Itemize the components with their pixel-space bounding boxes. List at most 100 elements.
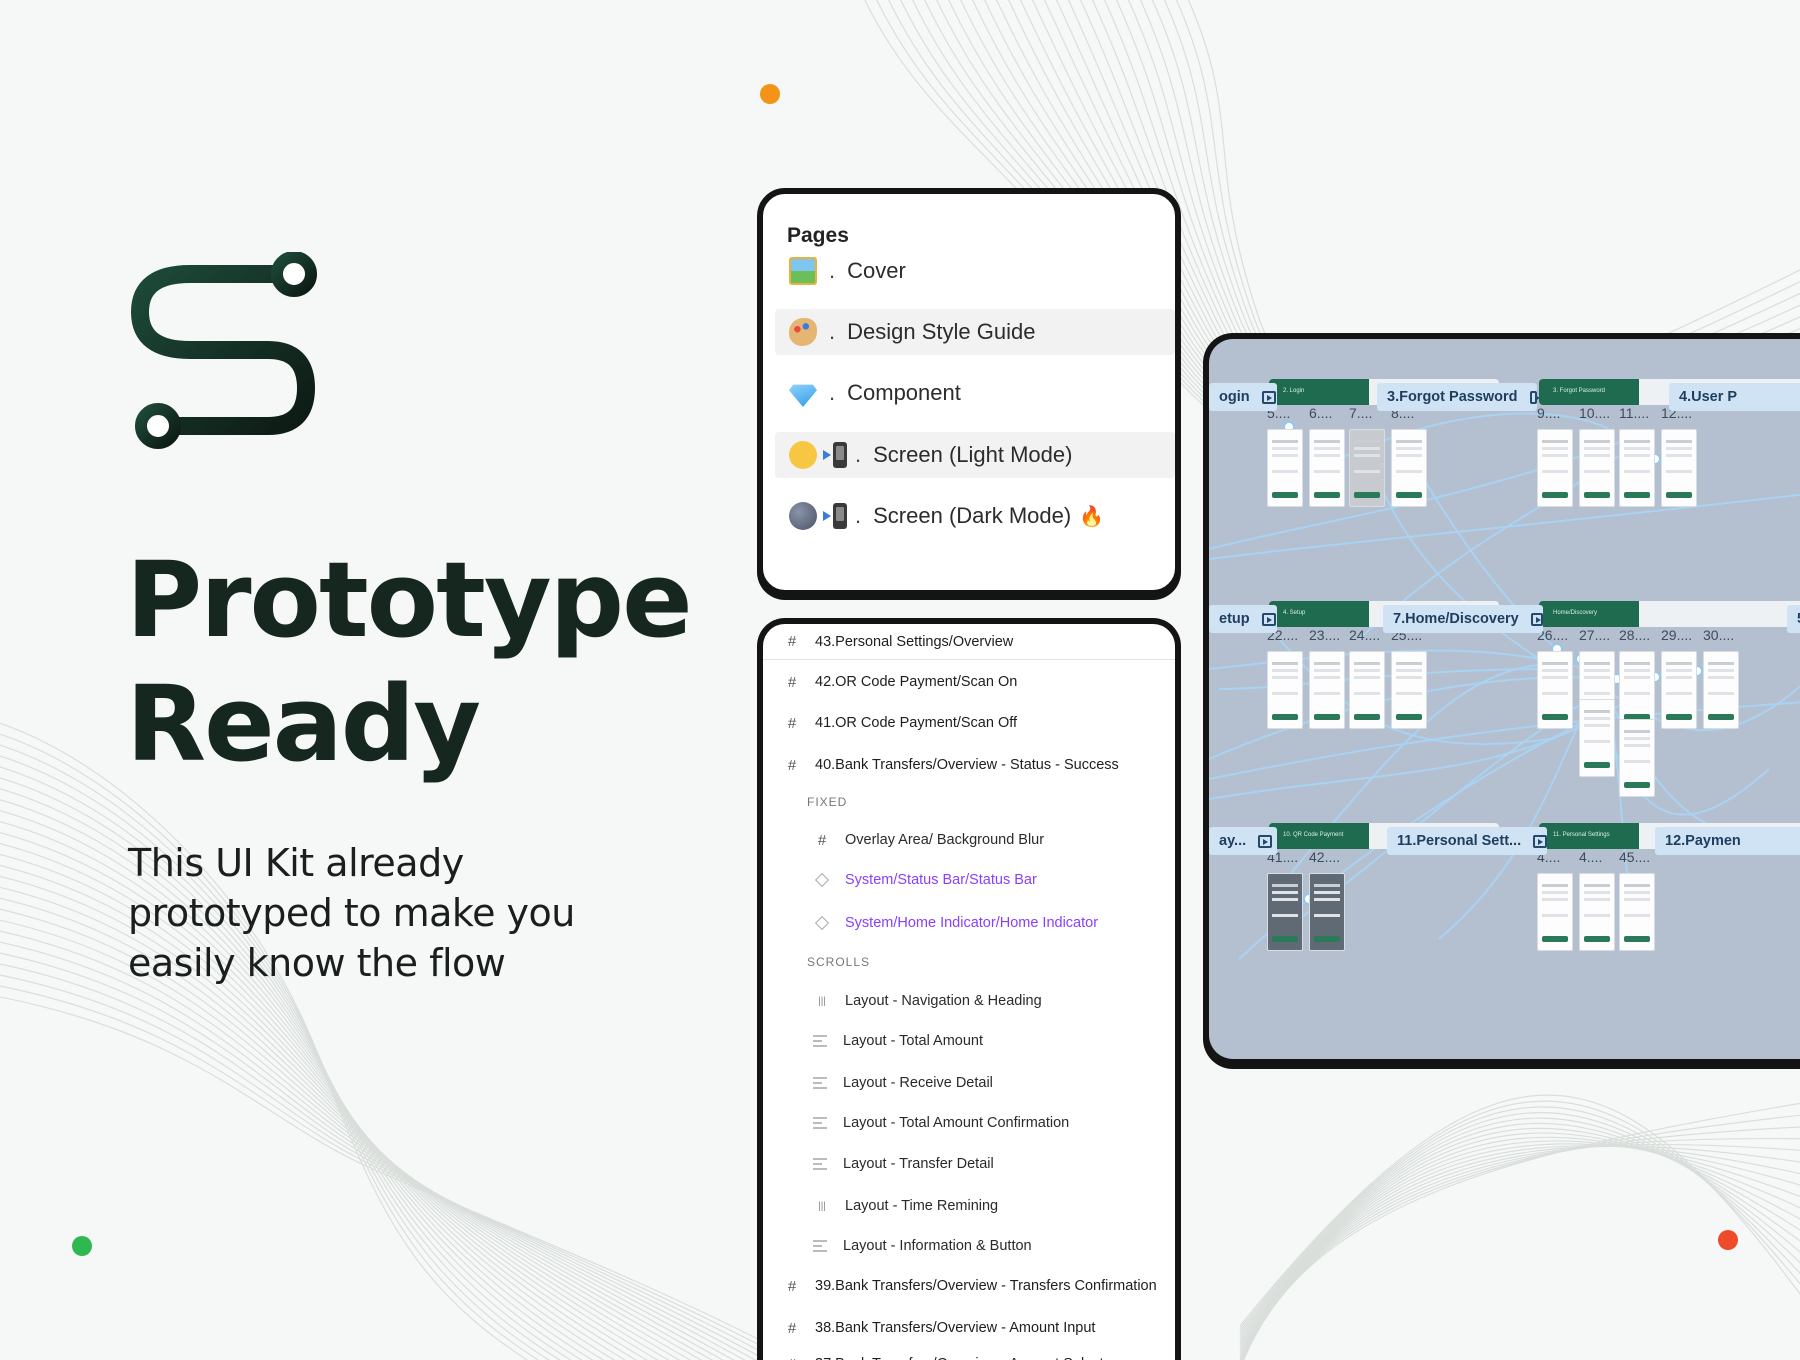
contour-line <box>1239 1127 1800 1342</box>
screen-thumbnail <box>1579 873 1615 951</box>
screen-thumbnail <box>1537 873 1573 951</box>
frame-number-label: 24.... <box>1349 627 1381 643</box>
frame-icon: # <box>787 673 797 691</box>
contour-line <box>1239 1145 1800 1355</box>
pages-title: Pages <box>787 224 849 247</box>
subtext-line-3: easily know the flow <box>128 941 506 985</box>
flow-tag-label: 11.Personal Sett... <box>1397 833 1522 849</box>
frame-number-label: 10.... <box>1579 405 1611 421</box>
picture-icon <box>789 257 817 285</box>
layer-label: Layout - Time Remining <box>845 1198 999 1214</box>
layer-label: System/Home Indicator/Home Indicator <box>845 915 1099 931</box>
contour-line <box>1239 1132 1800 1345</box>
page-item-cover[interactable]: . Cover <box>775 248 1175 294</box>
layer-row[interactable]: Layout - Total Amount Confirmation <box>763 1105 1175 1141</box>
layer-row[interactable]: #41.OR Code Payment/Scan Off <box>763 705 1175 741</box>
flow-starting-point-tag[interactable]: 5.W <box>1787 605 1800 633</box>
contour-line <box>0 952 757 1360</box>
contour-line <box>0 744 551 1360</box>
flow-starting-point-tag[interactable]: ay... <box>1209 827 1277 855</box>
frame-number-label: 27.... <box>1579 627 1611 643</box>
layer-label: Layout - Receive Detail <box>843 1075 993 1091</box>
layer-row[interactable]: ||| Layout - Navigation & Heading <box>763 983 1175 1019</box>
layer-label: 41.OR Code Payment/Scan Off <box>815 715 1018 731</box>
flow-tag-label: etup <box>1219 611 1250 627</box>
flow-starting-point-tag[interactable]: 11.Personal Sett... <box>1387 827 1547 855</box>
section-header: 10. QR Code Payment <box>1269 823 1369 849</box>
frame-icon: # <box>787 1319 797 1337</box>
frame-number-label: 7.... <box>1349 405 1373 421</box>
section-header: 11. Personal Settings <box>1539 823 1639 849</box>
frame-number-label: 23.... <box>1309 627 1341 643</box>
play-flow-icon <box>1529 390 1541 404</box>
hero-subtext: This UI Kit already prototyped to make y… <box>128 838 648 988</box>
page-item-screen-dark-mode[interactable]: . Screen (Dark Mode) 🔥 <box>775 493 1175 539</box>
frame-icon: # <box>783 1356 801 1360</box>
sun-face-icon <box>789 441 817 469</box>
frame-number-label: 4.... <box>1579 849 1603 865</box>
auto-layout-vertical-icon <box>813 1158 827 1170</box>
section-header-bar <box>1639 601 1800 627</box>
frame-number-label: 9.... <box>1537 405 1561 421</box>
auto-layout-vertical-icon <box>813 1035 827 1047</box>
layer-row[interactable]: #40.Bank Transfers/Overview - Status - S… <box>763 747 1175 783</box>
component-instance-icon <box>814 915 830 931</box>
auto-layout-vertical-icon <box>813 1077 827 1089</box>
prototype-canvas[interactable]: 2. Login4 Screens3. Forgot Password4 Scr… <box>1203 333 1800 1065</box>
red-accent-dot <box>1718 1230 1738 1250</box>
play-flow-icon <box>1258 834 1273 848</box>
contour-line <box>1243 1102 1800 1360</box>
flow-starting-point-tag[interactable]: ogin <box>1209 383 1277 411</box>
brand-logo-icon <box>130 252 317 449</box>
frame-icon: # <box>787 714 797 732</box>
page-item-label: Screen (Light Mode) <box>873 442 1073 467</box>
flow-tag-label: 4.User P <box>1679 389 1738 405</box>
layer-section-header: SCROLLS <box>763 944 1175 980</box>
layer-row[interactable]: Layout - Total Amount <box>763 1023 1175 1059</box>
layer-row[interactable]: Layout - Receive Detail <box>763 1065 1175 1101</box>
layer-row[interactable]: System/Home Indicator/Home Indicator <box>763 905 1175 941</box>
layer-row[interactable]: ||| Layout - Time Remining <box>763 1188 1175 1224</box>
green-accent-dot <box>72 1236 92 1256</box>
screen-thumbnail <box>1309 429 1345 507</box>
layer-label: SCROLLS <box>807 955 871 969</box>
layer-label: 40.Bank Transfers/Overview - Status - Su… <box>815 757 1119 773</box>
contour-line <box>1239 1140 1800 1350</box>
layer-label: Layout - Total Amount <box>843 1033 983 1049</box>
contour-line <box>0 974 779 1360</box>
page-item-screen-light-mode[interactable]: . Screen (Light Mode) <box>775 432 1175 478</box>
page-item-design-style-guide[interactable]: . Design Style Guide <box>775 309 1175 355</box>
play-flow-icon <box>1530 612 1543 626</box>
flow-starting-point-tag[interactable]: 3.Forgot Password <box>1377 383 1541 411</box>
screen-thumbnail <box>1267 873 1303 951</box>
layer-row[interactable]: #38.Bank Transfers/Overview - Amount Inp… <box>763 1310 1175 1346</box>
flow-starting-point-tag[interactable]: 4.User P <box>1669 383 1800 411</box>
screen-thumbnail <box>1349 429 1385 507</box>
contour-line <box>0 963 768 1360</box>
layer-section-header: FIXED <box>763 784 1175 820</box>
layer-row[interactable]: #42.OR Code Payment/Scan On <box>763 664 1175 700</box>
flow-starting-point-tag[interactable]: 7.Home/Discovery <box>1383 605 1543 633</box>
page-item-component[interactable]: . Component <box>775 370 1175 416</box>
screen-thumbnail <box>1267 651 1303 729</box>
flow-starting-point-tag[interactable]: 12.Paymen <box>1655 827 1800 855</box>
auto-layout-horizontal-icon: ||| <box>818 995 826 1007</box>
headline-line-1: Prototype <box>126 539 693 661</box>
layer-row[interactable]: #37.Bank Transfers/Overview - Amount Sel… <box>763 1346 1175 1360</box>
play-flow-icon <box>1533 834 1547 848</box>
frame-number-label: 6.... <box>1309 405 1333 421</box>
flow-starting-point-tag[interactable]: etup <box>1209 605 1277 633</box>
section-header: 4. Setup <box>1269 601 1369 627</box>
layer-row[interactable]: #39.Bank Transfers/Overview - Transfers … <box>763 1268 1175 1304</box>
screen-thumbnail <box>1619 873 1655 951</box>
layer-row[interactable]: #43.Personal Settings/Overview <box>763 624 1175 660</box>
layer-row[interactable]: Layout - Information & Button <box>763 1228 1175 1264</box>
screen-thumbnail <box>1703 651 1739 729</box>
layer-row[interactable]: Layout - Transfer Detail <box>763 1146 1175 1182</box>
layer-row[interactable]: # Overlay Area/ Background Blur <box>763 822 1175 858</box>
screen-thumbnail <box>1579 429 1615 507</box>
auto-layout-vertical-icon <box>813 1240 827 1252</box>
layer-row[interactable]: System/Status Bar/Status Bar <box>763 862 1175 898</box>
component-instance-icon <box>814 872 830 888</box>
contour-line <box>1239 1117 1800 1337</box>
